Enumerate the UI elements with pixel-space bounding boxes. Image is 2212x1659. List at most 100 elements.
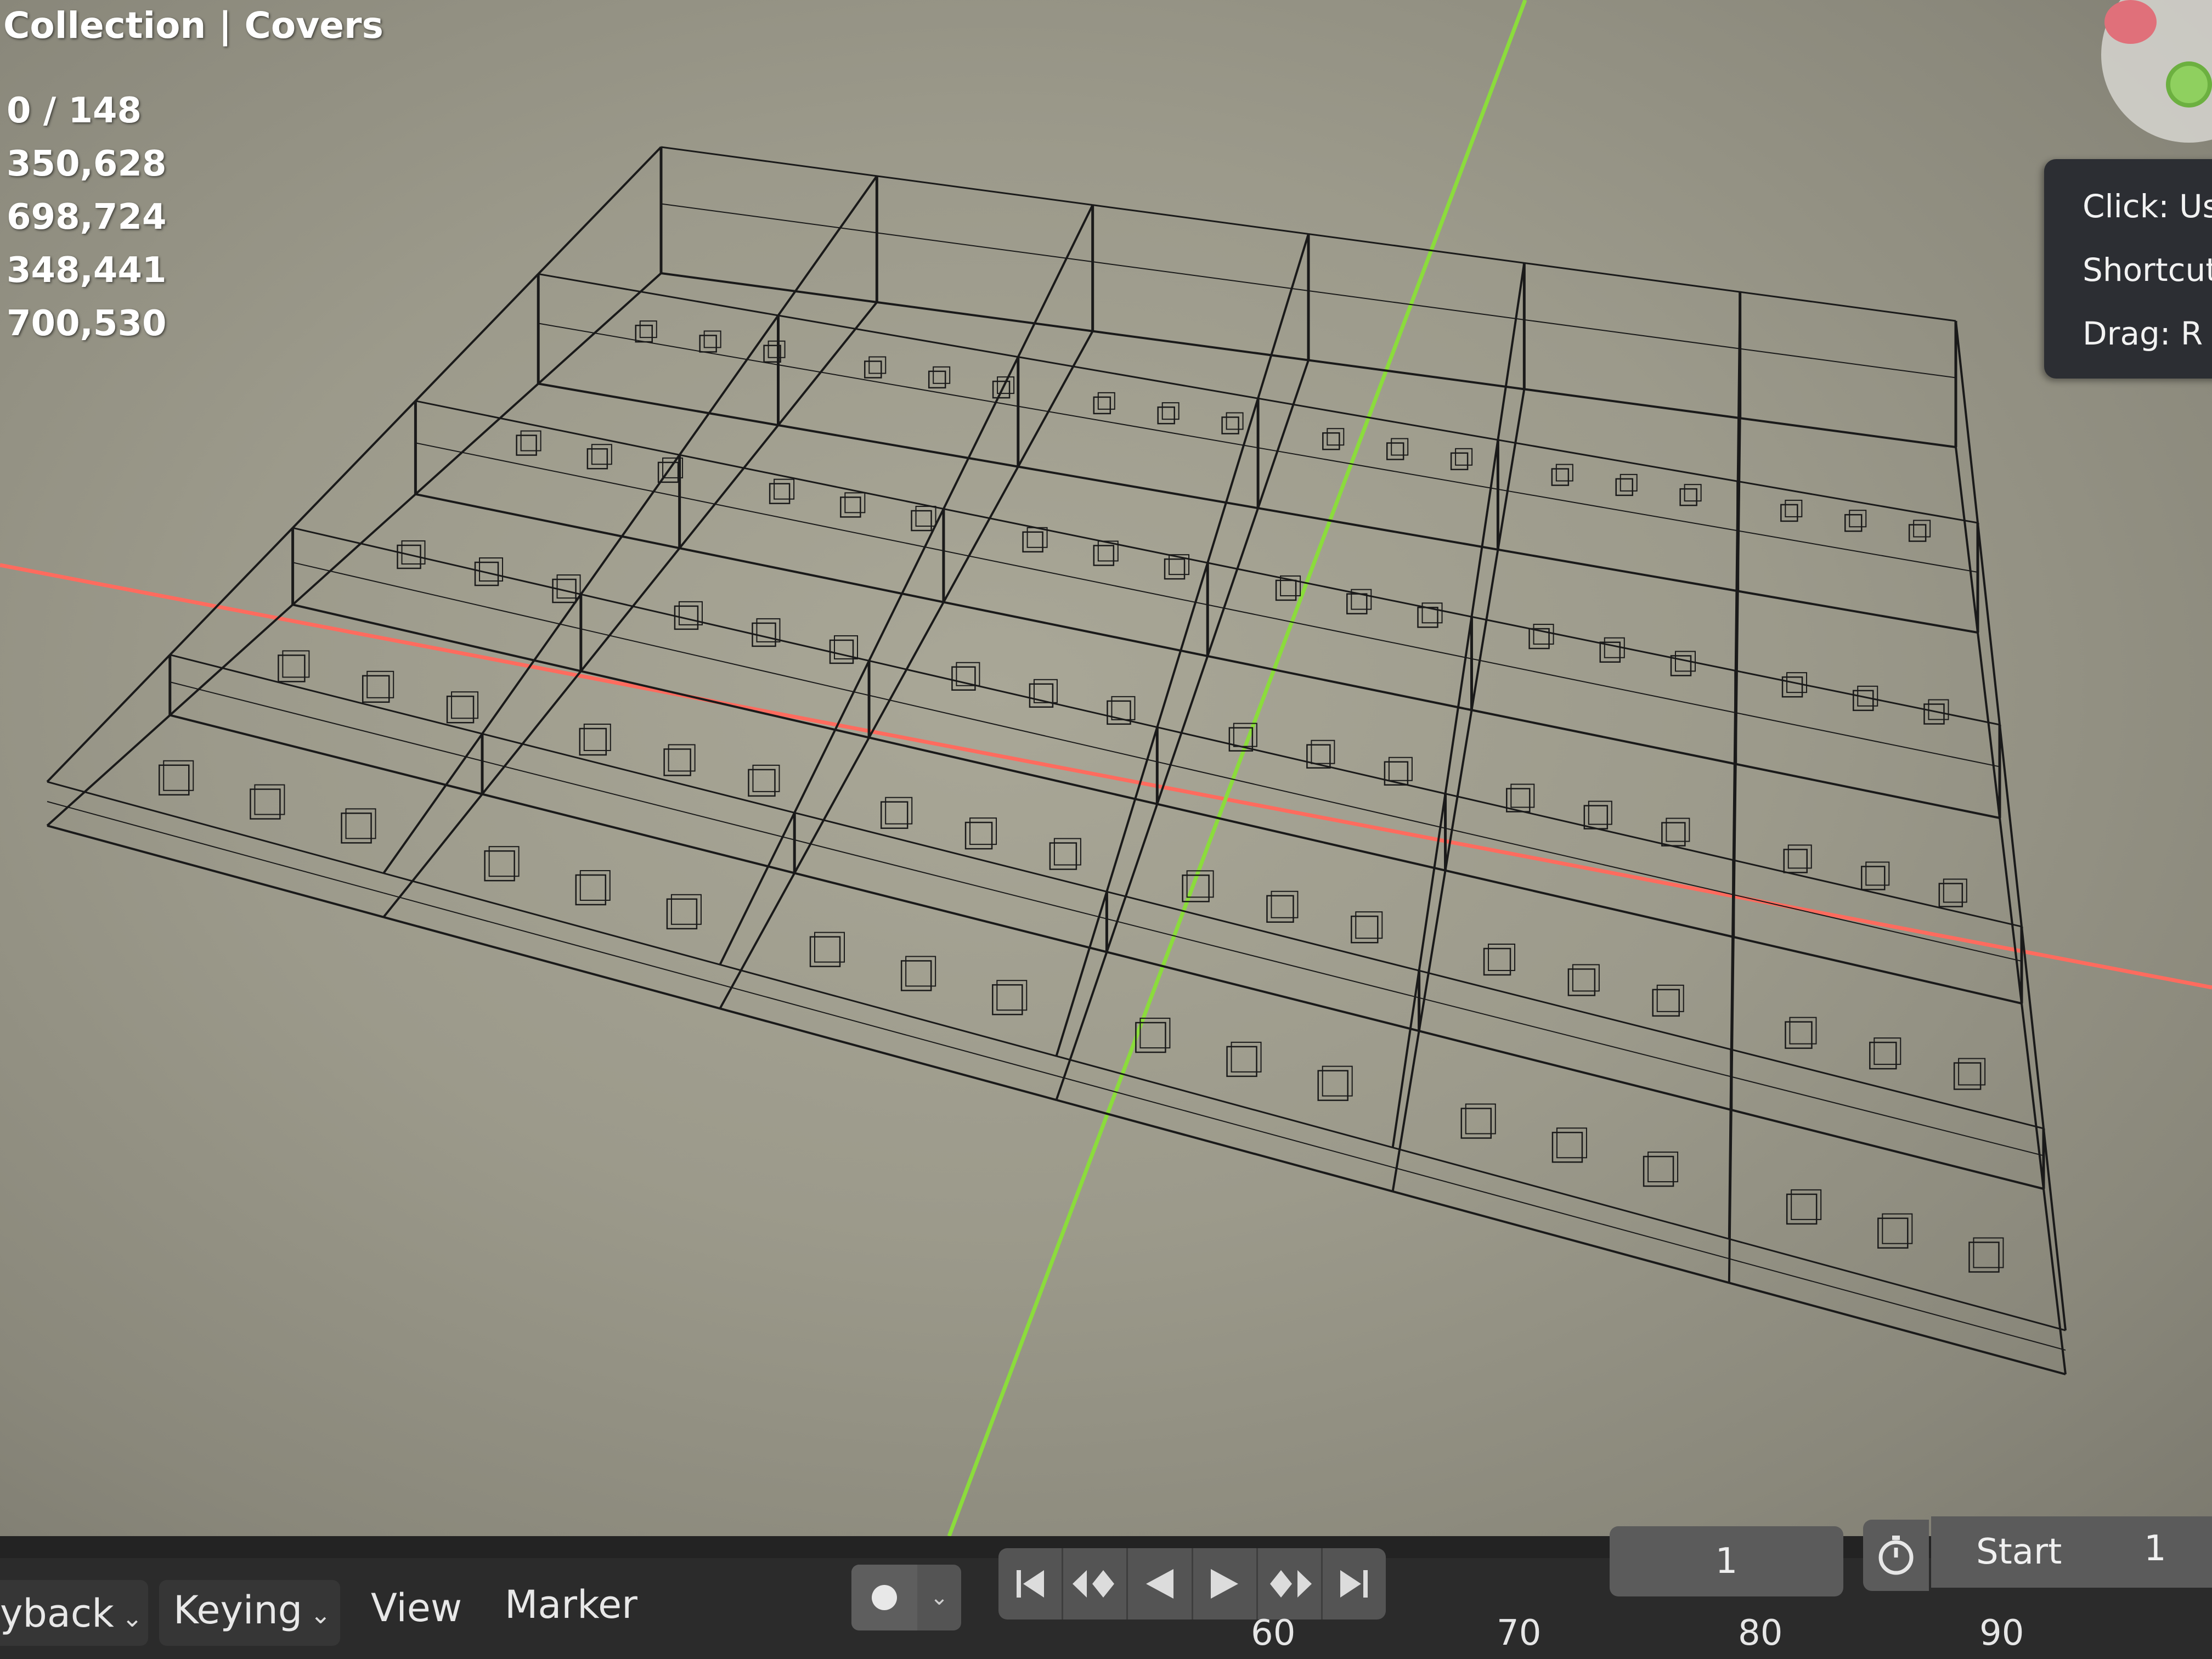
cube-marker <box>1421 602 1443 624</box>
wireframe-edge <box>1498 548 1739 592</box>
jump-to-start-icon <box>1016 1570 1044 1598</box>
ruler-tick-90: 90 <box>1979 1613 2024 1654</box>
wireframe-edge <box>1257 447 1498 490</box>
wireframe-edge <box>679 424 780 549</box>
play-reverse-button[interactable] <box>1128 1548 1193 1620</box>
wireframe-edge <box>793 737 870 874</box>
wireframe-edge <box>868 660 1158 729</box>
wireframe-edge <box>778 364 1018 407</box>
view-menu[interactable]: View <box>371 1585 462 1630</box>
wireframe-edge <box>1524 262 1740 293</box>
3d-viewport[interactable]: Collection | Covers 0 / 148 350,628 698,… <box>0 0 2212 1536</box>
wireframe-edge <box>1445 827 1734 895</box>
wireframe-edge <box>481 594 582 735</box>
jump-to-keyframe-prev-icon <box>1072 1570 1114 1598</box>
cube-marker <box>768 340 786 358</box>
wireframe-edge <box>661 203 877 234</box>
wireframe-edge <box>1207 604 1472 659</box>
cube-marker <box>769 483 791 504</box>
wireframe-edge <box>1955 320 1979 523</box>
cube-marker <box>1164 558 1186 580</box>
wireframe-edge <box>1018 356 1259 399</box>
wireframe-edge <box>170 714 483 795</box>
cube-marker <box>703 330 721 348</box>
use-preview-range-button[interactable] <box>1863 1520 1929 1591</box>
wireframe-edge <box>382 733 483 874</box>
current-frame-field[interactable]: 1 <box>1610 1526 1843 1596</box>
wireframe-edge <box>1392 1190 1730 1284</box>
jump-to-next-keyframe-button[interactable] <box>1258 1548 1323 1620</box>
wireframe-edge <box>719 1007 1057 1101</box>
wireframe-edge <box>679 496 944 552</box>
marker-menu[interactable]: Marker <box>505 1582 637 1627</box>
cube-marker <box>1684 484 1702 502</box>
wireframe-edge <box>169 527 294 656</box>
wireframe-edge <box>1999 724 2023 927</box>
wireframe-edge <box>1729 1282 2066 1375</box>
cube-marker <box>1853 690 1874 712</box>
wireframe-edge <box>1017 330 1094 467</box>
cube-marker <box>1093 396 1111 415</box>
wireframe-edge <box>383 916 720 1010</box>
cube-marker <box>635 324 653 343</box>
wireframe-edge <box>1092 261 1309 291</box>
wireframe-edge <box>415 400 680 456</box>
cube-marker <box>1029 683 1054 708</box>
wireframe-edge <box>679 314 780 456</box>
y-axis-handle-icon[interactable] <box>2166 61 2212 108</box>
wireframe-edge <box>877 175 1093 206</box>
wireframe-edge <box>1207 562 1472 618</box>
wireframe-edge <box>1737 480 1978 524</box>
x-axis-handle-icon[interactable] <box>2104 0 2157 44</box>
cube-marker <box>520 430 541 452</box>
tooltip-line-drag: Drag: R <box>2083 315 2203 352</box>
cube-marker <box>1583 805 1609 830</box>
wireframe-edge <box>580 670 870 739</box>
wireframe-edge <box>1733 894 2022 962</box>
wireframe-edge <box>580 593 870 662</box>
cube-marker <box>1097 392 1115 410</box>
wireframe-edge <box>1257 359 1310 509</box>
cube-marker <box>840 496 861 518</box>
wireframe-edge <box>382 793 483 918</box>
wireframe-edge <box>720 984 1057 1076</box>
wireframe-edge <box>383 892 720 985</box>
cube-marker <box>1455 448 1473 466</box>
wireframe-edge <box>292 562 582 630</box>
wireframe-edge <box>1977 522 2001 725</box>
playback-menu-label: yback <box>0 1591 114 1636</box>
wireframe-edge <box>292 603 582 673</box>
cube-marker <box>1555 464 1573 482</box>
jump-to-end-button[interactable] <box>1323 1548 1386 1620</box>
wireframe-edge <box>538 323 778 365</box>
cube-marker <box>1661 822 1686 847</box>
cube-marker <box>1093 545 1115 566</box>
cube-marker <box>1620 473 1638 492</box>
jump-to-prev-keyframe-button[interactable] <box>1063 1548 1128 1620</box>
wireframe-edge <box>2042 1128 2067 1331</box>
collection-title: Collection | Covers <box>3 4 383 47</box>
cube-marker <box>591 444 612 465</box>
cube-marker <box>1938 883 1963 907</box>
wireframe-edge <box>1156 726 1446 795</box>
keying-menu[interactable]: Keying ⌄ <box>159 1580 340 1646</box>
play-icon <box>1211 1569 1239 1599</box>
auto-keying-options-button[interactable]: ⌄ <box>917 1565 961 1630</box>
start-frame-field[interactable]: Start 1 <box>1931 1516 2212 1588</box>
play-button[interactable] <box>1193 1548 1258 1620</box>
cube-marker <box>1226 412 1244 430</box>
keying-menu-label: Keying <box>173 1588 303 1633</box>
cube-marker <box>997 376 1015 394</box>
jump-to-start-button[interactable] <box>998 1548 1064 1620</box>
playback-menu[interactable]: yback ⌄ <box>0 1580 148 1646</box>
cube-marker <box>1346 593 1368 614</box>
wireframe-edge <box>877 301 1093 332</box>
wireframe-edge <box>1731 1109 2044 1190</box>
wireframe-edge <box>415 382 539 495</box>
wireframe-edge <box>1735 712 2000 768</box>
auto-keying-toggle[interactable] <box>851 1565 917 1630</box>
wireframe-edge <box>1524 319 1740 349</box>
cube-marker <box>1787 844 1812 869</box>
cube-marker <box>479 557 504 582</box>
wireframe-edge <box>1524 388 1740 420</box>
